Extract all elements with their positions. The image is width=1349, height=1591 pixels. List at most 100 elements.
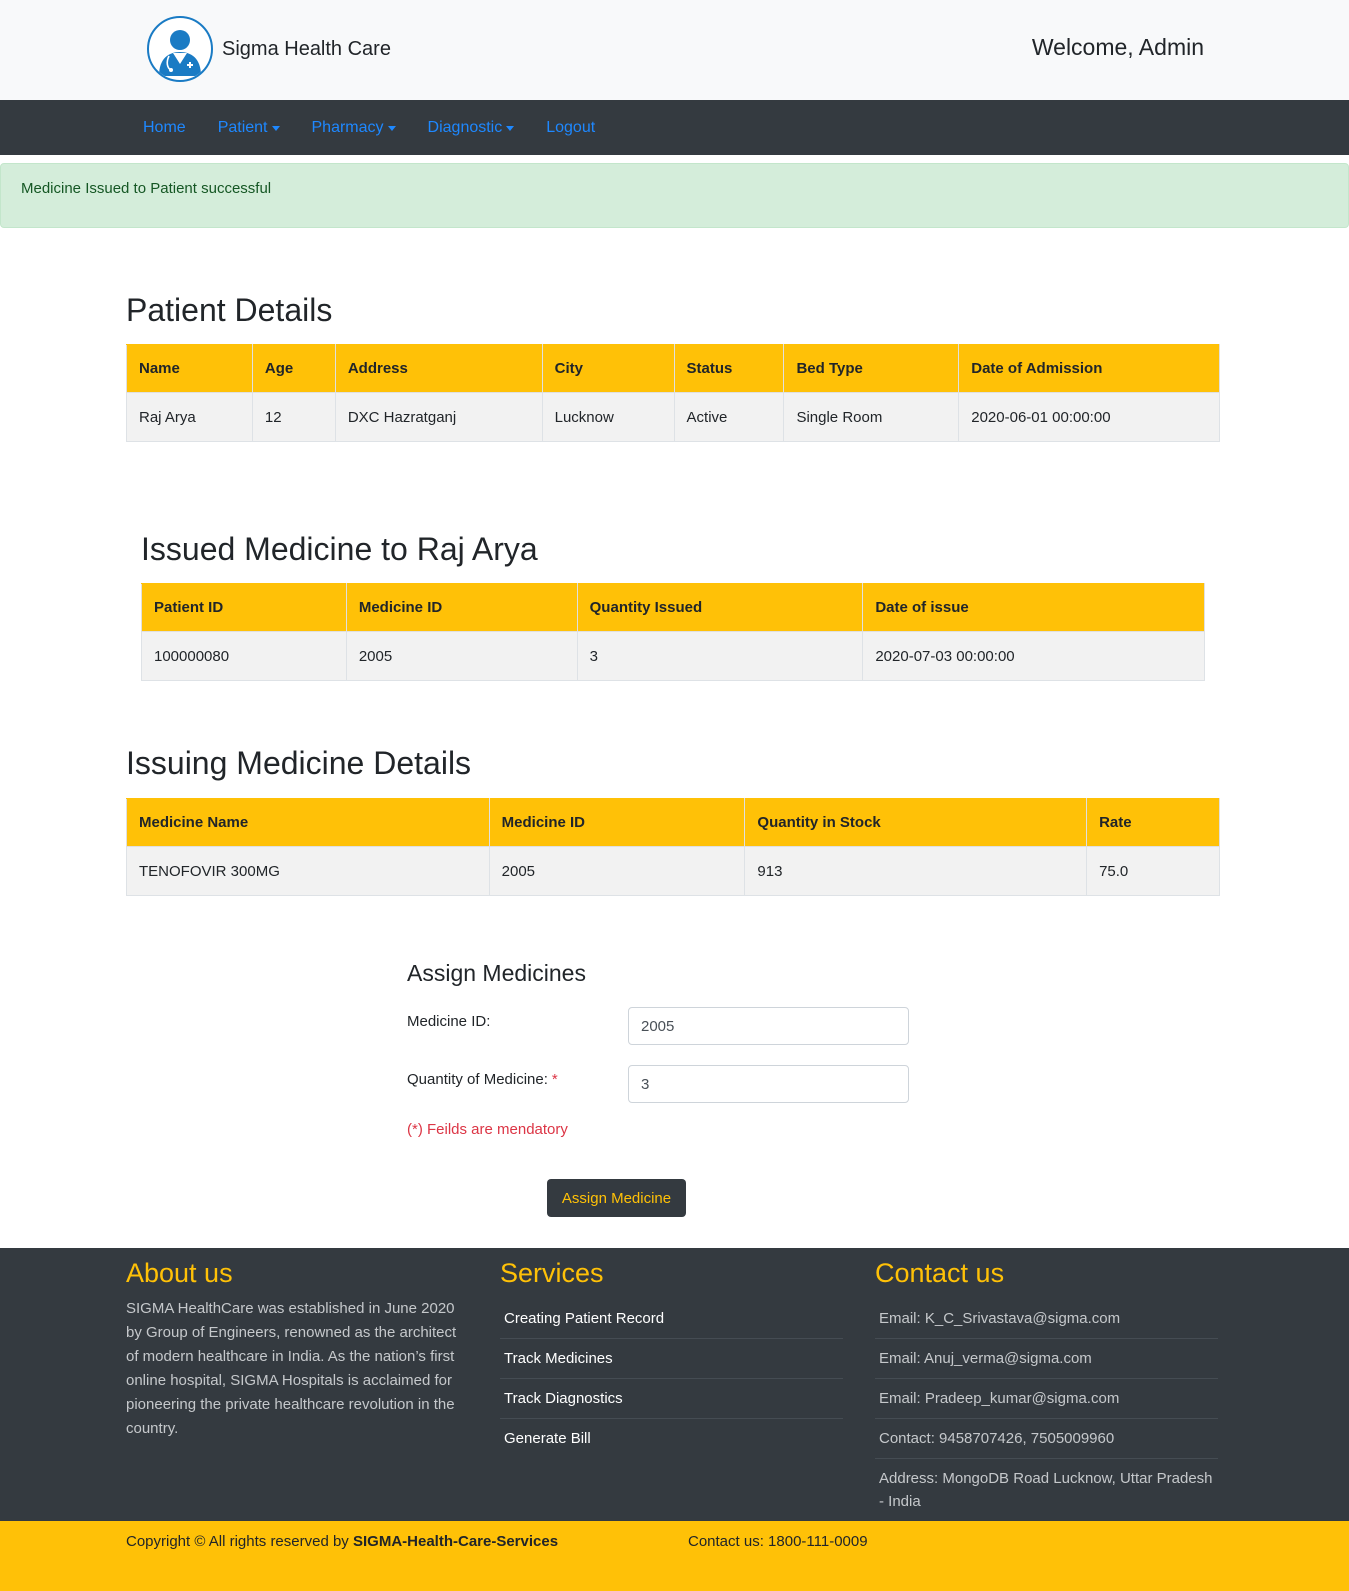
table-cell: 2020-07-03 00:00:00: [862, 631, 1205, 681]
table-row: Raj Arya 12 DXC Hazratganj Lucknow Activ…: [126, 392, 1220, 442]
required-mark: *: [551, 1071, 558, 1088]
footer: About us SIGMA HealthCare was establishe…: [0, 1248, 1349, 1521]
contact-item: Address: MongoDB Road Lucknow, Uttar Pra…: [879, 1470, 1213, 1510]
issued-medicine-table-wrap: Patient ID Medicine ID Quantity Issued D…: [141, 583, 1205, 681]
nav-patient-label: Patient: [217, 118, 268, 136]
table-cell: TENOFOVIR 300MG: [126, 846, 490, 896]
issuing-medicine-table: Medicine Name Medicine ID Quantity in St…: [126, 798, 1220, 896]
quantity-label: Quantity of Medicine:: [407, 1071, 548, 1088]
issued-medicine-table: Patient ID Medicine ID Quantity Issued D…: [141, 583, 1205, 681]
copyright-prefix: Copyright © All rights reserved by: [126, 1533, 353, 1550]
top-header: Sigma Health Care Welcome, Admin: [0, 0, 1349, 100]
contact-item: Email: Pradeep_kumar@sigma.com: [875, 1379, 1218, 1419]
table-cell: 2005: [488, 846, 746, 896]
contact-item: Email: Anuj_verma@sigma.com: [875, 1339, 1218, 1379]
brand-name: Sigma Health Care: [222, 37, 391, 60]
column-header: Patient ID: [141, 583, 347, 632]
column-header: City: [541, 344, 675, 393]
footer-contact: Contact us Email: K_C_Srivastava@sigma.c…: [875, 1258, 1218, 1521]
column-header: Date of issue: [862, 583, 1205, 632]
table-cell: 3: [576, 631, 864, 681]
column-header: Medicine ID: [488, 798, 746, 847]
column-header: Name: [126, 344, 253, 393]
column-header: Address: [334, 344, 543, 393]
table-cell: DXC Hazratganj: [334, 392, 543, 442]
copyright-contact: Contact us: 1800-111-0009: [688, 1533, 868, 1550]
table-cell: 913: [744, 846, 1088, 896]
service-item[interactable]: Track Medicines: [500, 1339, 843, 1379]
table-header-row: Medicine Name Medicine ID Quantity in St…: [126, 798, 1220, 847]
nav-patient-dropdown[interactable]: Patient: [218, 119, 280, 137]
nav-pharmacy-label: Pharmacy: [311, 118, 384, 136]
table-cell: Active: [673, 392, 785, 442]
patient-details-title: Patient Details: [126, 292, 333, 328]
service-item[interactable]: Creating Patient Record: [500, 1299, 843, 1339]
nav-logout[interactable]: Logout: [546, 119, 595, 137]
table-header-row: Name Age Address City Status Bed Type Da…: [126, 344, 1220, 393]
brand[interactable]: Sigma Health Care: [147, 16, 391, 82]
main-navbar: Home Patient Pharmacy Diagnostic Logout: [0, 100, 1349, 155]
assign-form-title: Assign Medicines: [407, 960, 586, 986]
copyright-text: Copyright © All rights reserved by SIGMA…: [126, 1533, 558, 1550]
quantity-input[interactable]: [628, 1065, 909, 1103]
caret-down-icon: [506, 126, 515, 131]
column-header: Bed Type: [783, 344, 960, 393]
contact-title: Contact us: [875, 1258, 1005, 1288]
about-text: SIGMA HealthCare was established in June…: [126, 1300, 457, 1437]
table-cell: 75.0: [1086, 846, 1220, 896]
table-cell: Raj Arya: [126, 392, 253, 442]
column-header: Quantity in Stock: [744, 798, 1088, 847]
nav-diagnostic-label: Diagnostic: [427, 118, 503, 136]
contact-list: Email: K_C_Srivastava@sigma.com Email: A…: [875, 1299, 1218, 1521]
medicine-id-label: Medicine ID:: [407, 1013, 491, 1030]
footer-services: Services Creating Patient Record Track M…: [500, 1258, 843, 1458]
doctor-icon: [147, 16, 213, 82]
table-row: 100000080 2005 3 2020-07-03 00:00:00: [141, 631, 1205, 681]
nav-pharmacy-dropdown[interactable]: Pharmacy: [312, 119, 396, 137]
quantity-label-row: Quantity of Medicine: *: [407, 1071, 558, 1088]
table-cell: Single Room: [783, 392, 960, 442]
issuing-medicine-title: Issuing Medicine Details: [126, 745, 472, 781]
table-cell: 2020-06-01 00:00:00: [958, 392, 1220, 442]
table-cell: 100000080: [141, 631, 347, 681]
nav-home-label: Home: [143, 118, 186, 136]
table-cell: 12: [251, 392, 336, 442]
contact-item: Contact: 9458707426, 7505009960: [875, 1419, 1218, 1459]
assign-medicine-button[interactable]: Assign Medicine: [547, 1179, 686, 1217]
copyright-bar: Copyright © All rights reserved by SIGMA…: [0, 1521, 1349, 1591]
mandatory-note: (*) Feilds are mendatory: [407, 1121, 568, 1138]
table-header-row: Patient ID Medicine ID Quantity Issued D…: [141, 583, 1205, 632]
services-title: Services: [500, 1258, 604, 1288]
alert-message: Medicine Issued to Patient successful: [21, 180, 272, 197]
welcome-text: Welcome, Admin: [1031, 34, 1204, 60]
nav-home[interactable]: Home: [143, 119, 186, 137]
service-item[interactable]: Generate Bill: [500, 1419, 843, 1458]
column-header: Medicine Name: [126, 798, 490, 847]
column-header: Quantity Issued: [576, 583, 864, 632]
service-item[interactable]: Track Diagnostics: [500, 1379, 843, 1419]
table-cell: 2005: [345, 631, 578, 681]
services-list: Creating Patient Record Track Medicines …: [500, 1299, 843, 1458]
about-title: About us: [126, 1258, 233, 1288]
table-row: TENOFOVIR 300MG 2005 913 75.0: [126, 846, 1220, 896]
column-header: Medicine ID: [345, 583, 578, 632]
caret-down-icon: [387, 126, 396, 131]
contact-item: Email: K_C_Srivastava@sigma.com: [875, 1299, 1218, 1339]
nav-logout-label: Logout: [546, 118, 596, 136]
patient-details-table-wrap: Name Age Address City Status Bed Type Da…: [126, 344, 1220, 442]
column-header: Age: [251, 344, 336, 393]
table-cell: Lucknow: [541, 392, 675, 442]
column-header: Status: [673, 344, 785, 393]
nav-diagnostic-dropdown[interactable]: Diagnostic: [428, 119, 515, 137]
medicine-id-label-row: Medicine ID:: [407, 1013, 490, 1030]
success-alert: Medicine Issued to Patient successful: [0, 163, 1349, 228]
column-header: Rate: [1086, 798, 1220, 847]
page-root: Sigma Health Care Welcome, Admin Home Pa…: [0, 0, 1349, 1591]
column-header: Date of Admission: [958, 344, 1220, 393]
footer-about: About us SIGMA HealthCare was establishe…: [126, 1258, 471, 1441]
medicine-id-input[interactable]: [628, 1007, 909, 1045]
issuing-medicine-table-wrap: Medicine Name Medicine ID Quantity in St…: [126, 798, 1220, 896]
issued-medicine-title: Issued Medicine to Raj Arya: [141, 531, 538, 567]
caret-down-icon: [271, 126, 280, 131]
patient-details-table: Name Age Address City Status Bed Type Da…: [126, 344, 1220, 442]
